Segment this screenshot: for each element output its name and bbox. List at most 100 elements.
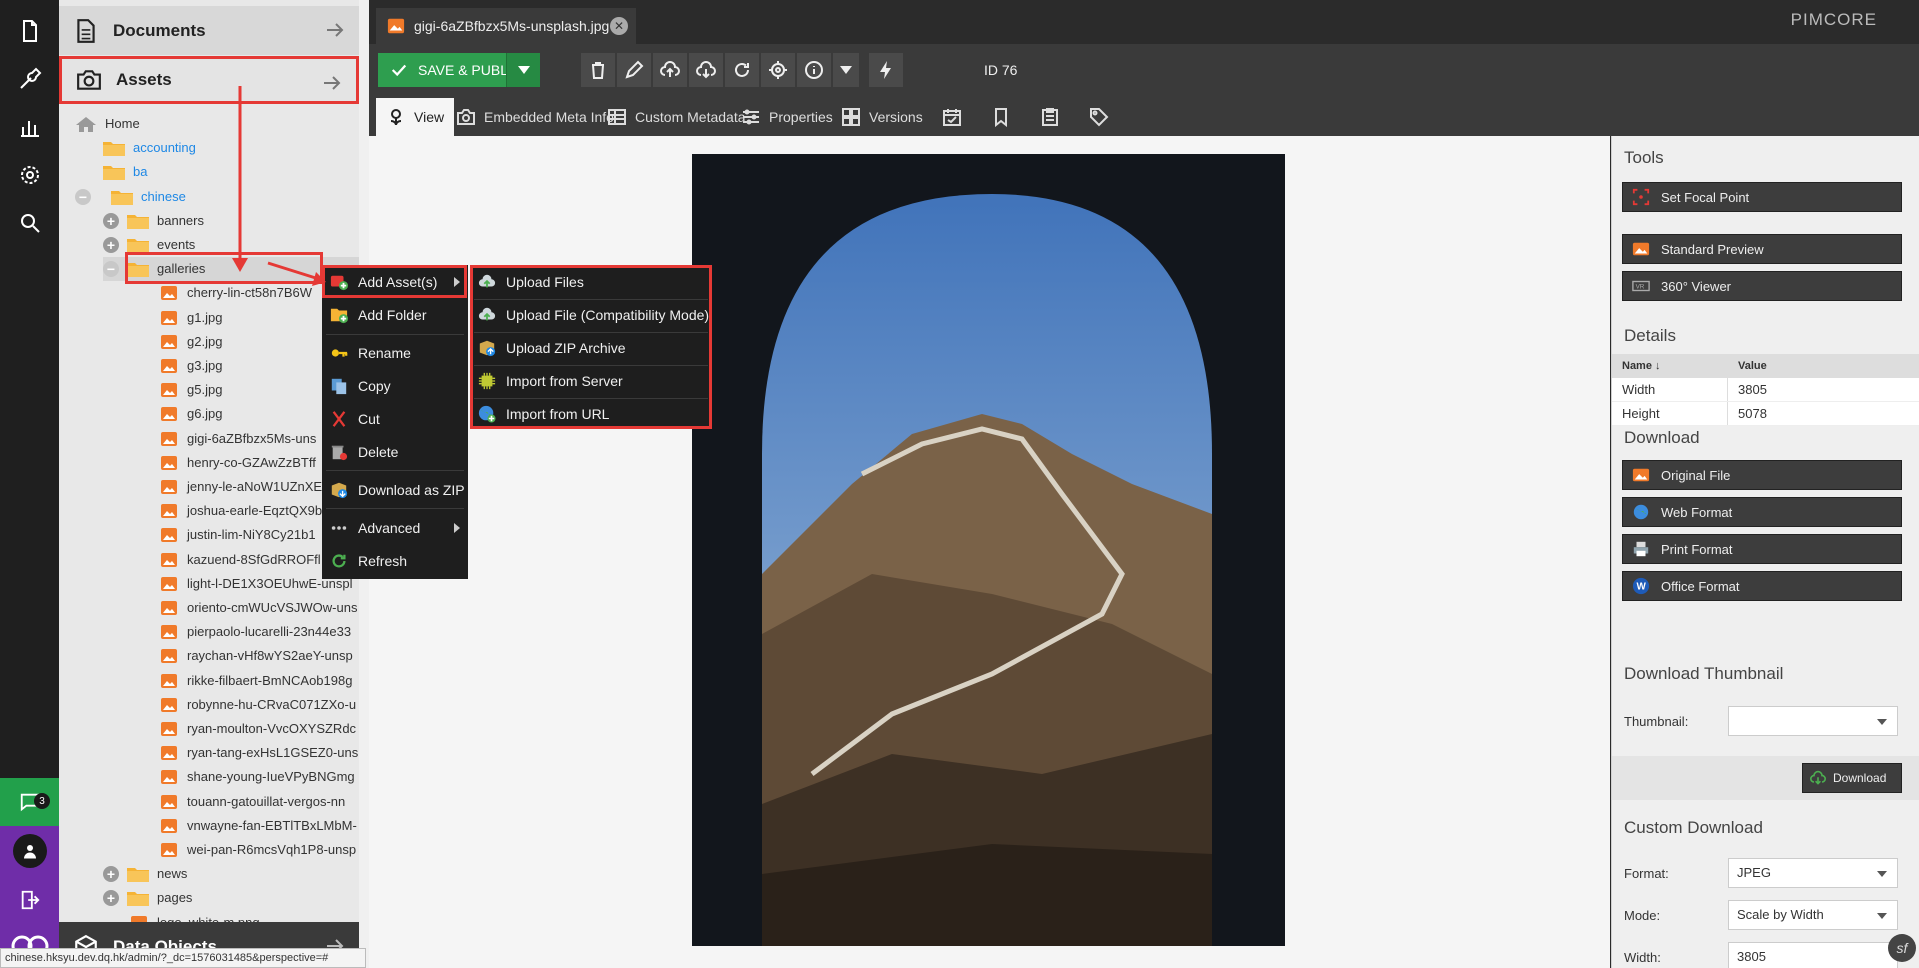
tree-asset-file[interactable]: raychan-vHf8wYS2aeY-unsp [161, 644, 359, 668]
tab-view[interactable]: View [376, 98, 455, 136]
ctx-refresh[interactable]: Refresh [322, 546, 468, 576]
edit-button[interactable] [617, 53, 651, 87]
tree-asset-file[interactable]: touann-gatouillat-vergos-nn [161, 790, 359, 814]
tree-asset-file[interactable]: rikke-filbaert-BmNCAob198g [161, 669, 359, 693]
folder-icon [127, 263, 149, 277]
tree-folder[interactable]: ba [103, 160, 359, 184]
tree-folder-chinese[interactable]: − chinese [75, 185, 359, 209]
tree-folder-galleries[interactable]: − galleries [103, 257, 359, 281]
import-from-server-item[interactable]: Import from Server [470, 366, 712, 396]
menu-item-label: Upload Files [506, 274, 584, 290]
tree-asset-file[interactable]: ryan-moulton-VvcOXYSZRdc [161, 717, 359, 741]
tab-notes[interactable] [979, 98, 1023, 136]
close-tab-icon[interactable]: ✕ [610, 17, 628, 35]
collapse-icon[interactable]: − [75, 189, 91, 205]
delete-button[interactable] [581, 53, 615, 87]
chevron-down-icon [1877, 913, 1887, 919]
tab-tasks[interactable] [1028, 98, 1072, 136]
ctx-cut[interactable]: Cut [322, 404, 468, 434]
format-select[interactable]: JPEG [1728, 858, 1898, 888]
symfony-debug-icon[interactable]: sf [1888, 934, 1916, 962]
tree-folder[interactable]: + news [103, 862, 359, 886]
tree-asset-file[interactable]: ryan-tang-exHsL1GSEZ0-uns [161, 741, 359, 765]
logout-button[interactable] [0, 876, 59, 924]
tab-schedule[interactable] [930, 98, 974, 136]
upload-new-version-button[interactable] [653, 53, 687, 87]
tree-folder[interactable]: + banners [103, 209, 359, 233]
chart-icon[interactable] [0, 104, 59, 150]
expand-icon[interactable]: + [103, 213, 119, 229]
info-button[interactable] [797, 53, 831, 87]
tree-asset-file-label: henry-co-GZAwZzBTff [187, 455, 316, 470]
ctx-delete[interactable]: Delete [322, 437, 468, 467]
status-bar-url: chinese.hksyu.dev.dq.hk/admin/?_dc=15760… [0, 948, 366, 968]
expand-icon[interactable]: + [103, 890, 119, 906]
arrow-right-icon [327, 23, 344, 37]
mode-select[interactable]: Scale by Width [1728, 900, 1898, 930]
wrench-icon[interactable] [0, 56, 59, 102]
assets-accordion-header[interactable]: Assets [59, 56, 359, 104]
tree-asset-file[interactable]: robynne-hu-CRvaC071ZXo-u [161, 693, 359, 717]
tab-versions[interactable]: Versions [831, 98, 933, 136]
ctx-copy[interactable]: Copy [322, 371, 468, 401]
tab-tags[interactable] [1077, 98, 1121, 136]
download-office-button[interactable]: W Office Format [1622, 571, 1902, 601]
tab-properties[interactable]: Properties [731, 98, 843, 136]
download-button[interactable] [689, 53, 723, 87]
thumbnail-select[interactable] [1728, 706, 1898, 736]
set-focal-point-button[interactable]: Set Focal Point [1622, 182, 1902, 212]
standard-preview-button[interactable]: Standard Preview [1622, 234, 1902, 264]
expand-icon[interactable]: + [103, 866, 119, 882]
web-format-label: Web Format [1661, 504, 1733, 520]
folder-icon [103, 166, 125, 180]
documents-accordion-header[interactable]: Documents [59, 6, 359, 55]
tree-asset-file[interactable]: pierpaolo-lucarelli-23n44e33 [161, 620, 359, 644]
ctx-advanced[interactable]: Advanced [322, 513, 468, 543]
upload-zip-item[interactable]: Upload ZIP Archive [470, 333, 712, 363]
tree-folder[interactable]: accounting [103, 136, 359, 160]
ctx-add-folder[interactable]: Add Folder [322, 300, 468, 330]
calendar-icon [943, 109, 961, 126]
image-file-icon [161, 577, 177, 591]
asset-image-preview[interactable] [692, 154, 1285, 946]
user-avatar-button[interactable] [0, 826, 59, 876]
file-icon[interactable] [0, 8, 59, 54]
tree-folder[interactable]: + pages [103, 886, 359, 910]
ctx-add-assets[interactable]: Add Asset(s) [322, 267, 468, 297]
import-from-url-item[interactable]: Import from URL [470, 399, 712, 429]
download-web-button[interactable]: Web Format [1622, 497, 1902, 527]
expand-icon[interactable]: + [103, 237, 119, 253]
download-thumbnail-button[interactable]: Download [1802, 763, 1902, 793]
ctx-download-zip[interactable]: Download as ZIP [322, 475, 468, 505]
upload-file-compat-item[interactable]: Upload File (Compatibility Mode) [470, 300, 712, 330]
tree-asset-file[interactable]: oriento-cmWUcVSJWOw-uns [161, 596, 359, 620]
download-print-button[interactable]: Print Format [1622, 534, 1902, 564]
image-file-icon [161, 456, 177, 470]
tree-folder[interactable]: + events [103, 233, 359, 257]
workflow-button[interactable] [869, 53, 903, 87]
collapse-icon[interactable]: − [103, 261, 119, 277]
tree-asset-file[interactable]: wei-pan-R6mcsVqh1P8-unsp [161, 838, 359, 862]
col-value-header[interactable]: Value [1728, 354, 1777, 378]
width-input[interactable]: 3805 [1728, 942, 1898, 968]
ctx-rename[interactable]: Rename [322, 338, 468, 368]
reload-button[interactable] [725, 53, 759, 87]
upload-files-item[interactable]: Upload Files [470, 267, 712, 297]
locate-in-tree-button[interactable] [761, 53, 795, 87]
search-icon[interactable] [0, 200, 59, 246]
save-dropdown-button[interactable] [506, 53, 540, 87]
tree-asset-file[interactable]: shane-young-IueVPyBNGmg [161, 765, 359, 789]
viewer-360-button[interactable]: VR 360° Viewer [1622, 271, 1902, 301]
tree-home[interactable]: Home [75, 112, 359, 136]
notifications-button[interactable]: 3 [0, 778, 59, 826]
tab-asset-file[interactable]: gigi-6aZBfbzx5Ms-unsplash.jpg ✕ [376, 8, 636, 44]
download-original-button[interactable]: Original File [1622, 460, 1902, 490]
save-publish-button[interactable]: SAVE & PUBLISH [378, 53, 540, 87]
submenu-arrow-icon [454, 523, 460, 533]
info-dropdown-button[interactable] [833, 53, 859, 87]
col-name-header[interactable]: Name ↓ [1612, 354, 1728, 378]
gear-icon[interactable] [0, 152, 59, 198]
tag-icon [1090, 108, 1109, 127]
format-label: Format: [1624, 866, 1669, 881]
tree-asset-file[interactable]: vnwayne-fan-EBTlTBxLMbM- [161, 814, 359, 838]
